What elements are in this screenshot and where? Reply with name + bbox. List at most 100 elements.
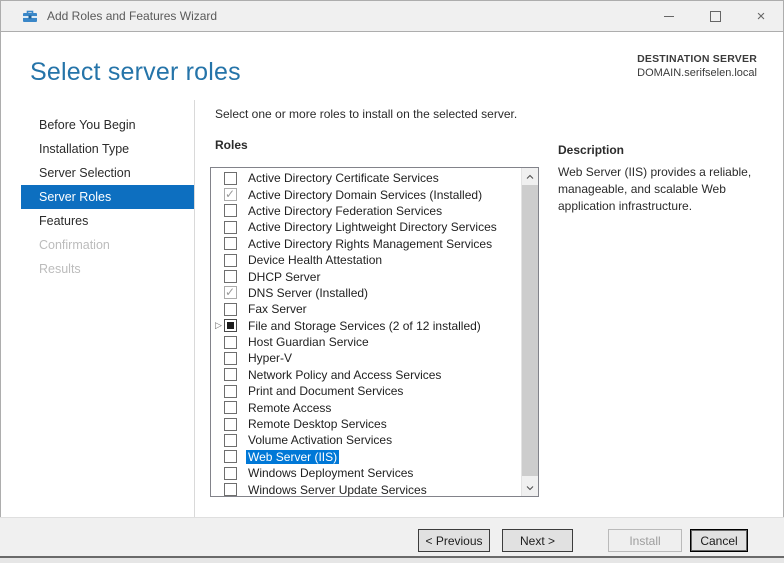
cancel-button[interactable]: Cancel bbox=[690, 529, 748, 552]
title-bar: Add Roles and Features Wizard × bbox=[0, 0, 784, 32]
role-row[interactable]: ▷ Active Directory Federation Services bbox=[211, 203, 521, 219]
role-label[interactable]: Windows Server Update Services bbox=[246, 483, 429, 496]
role-row[interactable]: ▷ Hyper-V bbox=[211, 350, 521, 366]
role-row[interactable]: ▷ Windows Deployment Services bbox=[211, 465, 521, 481]
role-row[interactable]: ▷ Remote Desktop Services bbox=[211, 416, 521, 432]
next-button[interactable]: Next > bbox=[502, 529, 573, 552]
role-checkbox[interactable] bbox=[224, 237, 237, 251]
sidebar-step-item[interactable]: Server Roles bbox=[21, 185, 194, 209]
role-checkbox[interactable] bbox=[224, 483, 237, 496]
role-label[interactable]: DNS Server (Installed) bbox=[246, 286, 370, 300]
role-label[interactable]: Web Server (IIS) bbox=[246, 449, 340, 464]
install-button: Install bbox=[608, 529, 682, 552]
roles-scrollbar[interactable] bbox=[521, 168, 538, 496]
role-row[interactable]: ▷ Active Directory Lightweight Directory… bbox=[211, 219, 521, 235]
role-checkbox[interactable] bbox=[224, 433, 237, 447]
role-row[interactable]: ▷ Windows Server Update Services bbox=[211, 481, 521, 496]
role-row[interactable]: ▷ Device Health Attestation bbox=[211, 252, 521, 268]
role-row[interactable]: ▷ Fax Server bbox=[211, 301, 521, 317]
role-label[interactable]: Active Directory Lightweight Directory S… bbox=[246, 220, 499, 234]
sidebar-step-item[interactable]: Features bbox=[0, 209, 194, 233]
minimize-button[interactable] bbox=[646, 0, 692, 32]
role-row[interactable]: ▷ Host Guardian Service bbox=[211, 334, 521, 350]
sidebar-step-label: Features bbox=[39, 214, 89, 228]
role-row[interactable]: ▷ Active Directory Certificate Services bbox=[211, 170, 521, 186]
role-label[interactable]: Windows Deployment Services bbox=[246, 466, 415, 480]
role-checkbox[interactable] bbox=[224, 401, 237, 415]
roles-listbox: ▷ Active Directory Certificate Services … bbox=[210, 167, 539, 497]
role-label[interactable]: Remote Desktop Services bbox=[246, 417, 389, 431]
role-checkbox[interactable] bbox=[224, 417, 237, 431]
roles-list-label: Roles bbox=[215, 138, 248, 152]
role-label[interactable]: Device Health Attestation bbox=[246, 253, 384, 267]
role-label[interactable]: Print and Document Services bbox=[246, 384, 405, 398]
maximize-button[interactable] bbox=[692, 0, 738, 32]
wizard-window: Add Roles and Features Wizard × Select s… bbox=[0, 0, 784, 563]
close-button[interactable]: × bbox=[738, 0, 784, 32]
scroll-up-button[interactable] bbox=[522, 168, 538, 185]
role-checkbox[interactable] bbox=[224, 368, 237, 382]
minimize-icon bbox=[664, 15, 674, 17]
role-checkbox[interactable] bbox=[224, 351, 237, 365]
role-label[interactable]: Remote Access bbox=[246, 401, 333, 415]
role-row[interactable]: ▷ Active Directory Domain Services (Inst… bbox=[211, 186, 521, 202]
chevron-down-icon bbox=[526, 485, 534, 490]
role-row[interactable]: ▷ Active Directory Rights Management Ser… bbox=[211, 236, 521, 252]
role-row[interactable]: ▷ Network Policy and Access Services bbox=[211, 367, 521, 383]
role-row[interactable]: ▷ DHCP Server bbox=[211, 268, 521, 284]
role-checkbox[interactable] bbox=[224, 450, 237, 464]
role-checkbox[interactable] bbox=[224, 319, 237, 333]
role-label[interactable]: DHCP Server bbox=[246, 270, 322, 284]
role-checkbox[interactable] bbox=[224, 285, 237, 300]
role-checkbox[interactable] bbox=[224, 384, 237, 398]
role-row[interactable]: ▷ File and Storage Services (2 of 12 ins… bbox=[211, 318, 521, 334]
sidebar-step-item[interactable]: Before You Begin bbox=[0, 113, 194, 137]
sidebar-step-item[interactable]: Installation Type bbox=[0, 137, 194, 161]
role-checkbox[interactable] bbox=[224, 466, 237, 480]
role-label[interactable]: File and Storage Services (2 of 12 insta… bbox=[246, 319, 483, 333]
role-label[interactable]: Active Directory Certificate Services bbox=[246, 171, 441, 185]
description-text: Web Server (IIS) provides a reliable, ma… bbox=[558, 165, 752, 213]
role-label[interactable]: Network Policy and Access Services bbox=[246, 368, 443, 382]
maximize-icon bbox=[709, 10, 721, 22]
scrollbar-thumb[interactable] bbox=[522, 185, 538, 476]
role-checkbox[interactable] bbox=[224, 270, 237, 284]
role-row[interactable]: ▷ Print and Document Services bbox=[211, 383, 521, 399]
window-bottom-strip bbox=[0, 558, 784, 563]
sidebar-step-item[interactable]: Results bbox=[0, 257, 194, 281]
role-label[interactable]: Hyper-V bbox=[246, 351, 294, 365]
sidebar-step-label: Installation Type bbox=[39, 142, 130, 156]
role-checkbox[interactable] bbox=[224, 253, 237, 267]
wizard-steps-sidebar: Before You Begin Installation Type Serve… bbox=[0, 100, 195, 517]
sidebar-step-label: Before You Begin bbox=[39, 118, 136, 132]
instruction-text: Select one or more roles to install on t… bbox=[215, 107, 518, 121]
role-label[interactable]: Host Guardian Service bbox=[246, 335, 371, 349]
expand-arrow-icon[interactable]: ▷ bbox=[213, 321, 224, 330]
role-label[interactable]: Active Directory Domain Services (Instal… bbox=[246, 188, 484, 202]
role-checkbox[interactable] bbox=[224, 302, 237, 316]
role-checkbox[interactable] bbox=[224, 204, 237, 218]
role-label[interactable]: Active Directory Federation Services bbox=[246, 204, 444, 218]
role-checkbox[interactable] bbox=[224, 187, 237, 202]
destination-server-block: DESTINATION SERVER DOMAIN.serifselen.loc… bbox=[637, 53, 757, 79]
wizard-body: Before You Begin Installation Type Serve… bbox=[0, 100, 784, 517]
role-checkbox[interactable] bbox=[224, 171, 237, 185]
role-row[interactable]: ▷ Web Server (IIS) bbox=[211, 449, 521, 465]
role-row[interactable]: ▷ Remote Access bbox=[211, 399, 521, 415]
sidebar-step-label: Confirmation bbox=[39, 238, 110, 252]
sidebar-step-item[interactable]: Confirmation bbox=[0, 233, 194, 257]
role-row[interactable]: ▷ DNS Server (Installed) bbox=[211, 285, 521, 301]
roles-rows: ▷ Active Directory Certificate Services … bbox=[211, 168, 521, 496]
wizard-icon bbox=[23, 10, 37, 22]
role-label[interactable]: Volume Activation Services bbox=[246, 433, 394, 447]
role-checkbox[interactable] bbox=[224, 335, 237, 349]
previous-button[interactable]: < Previous bbox=[418, 529, 490, 552]
sidebar-step-label: Server Selection bbox=[39, 166, 131, 180]
role-label[interactable]: Fax Server bbox=[246, 302, 309, 316]
role-label[interactable]: Active Directory Rights Management Servi… bbox=[246, 237, 494, 251]
scroll-down-button[interactable] bbox=[522, 479, 538, 496]
role-checkbox[interactable] bbox=[224, 220, 237, 234]
role-row[interactable]: ▷ Volume Activation Services bbox=[211, 432, 521, 448]
sidebar-step-label: Results bbox=[39, 262, 81, 276]
sidebar-step-item[interactable]: Server Selection bbox=[0, 161, 194, 185]
